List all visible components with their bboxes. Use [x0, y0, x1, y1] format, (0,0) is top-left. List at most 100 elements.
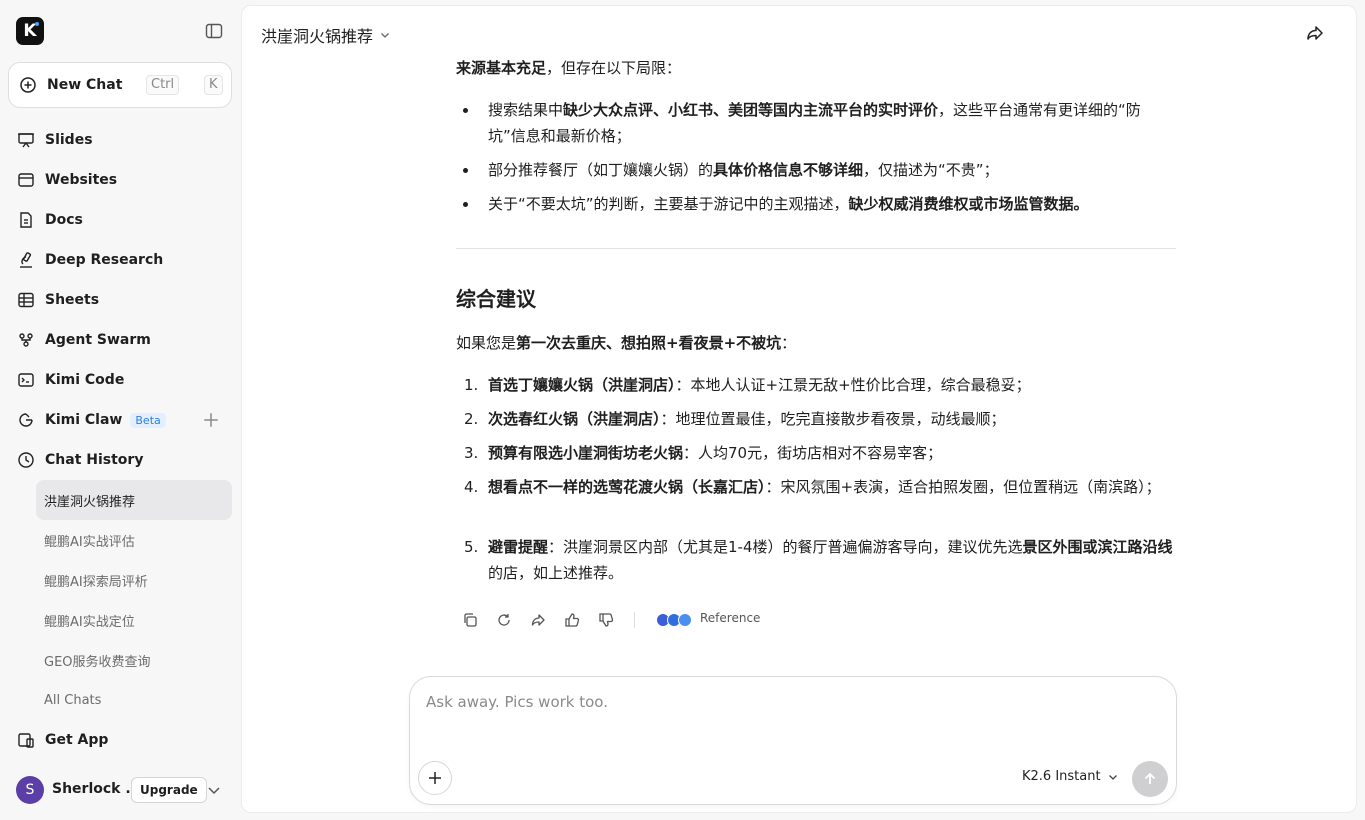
list-item: 3. 预算有限选小崖洞街坊老火锅：人均70元，街坊店相对不容易宰客； — [464, 440, 1178, 466]
sidebar-toggle-icon[interactable] — [205, 22, 223, 40]
intro-bold: 来源基本充足 — [456, 59, 547, 77]
intro-rest: ，但存在以下局限： — [546, 59, 682, 77]
list-item: 关于“不要太坑”的判断，主要基于游记中的主观描述，缺少权威消费维权或市场监管数据… — [463, 191, 1168, 217]
attach-button[interactable] — [418, 761, 452, 795]
copy-icon[interactable] — [462, 612, 478, 628]
divider — [634, 612, 635, 628]
send-button[interactable] — [1132, 761, 1168, 797]
bullet-bold: 具体价格信息不够详细 — [713, 161, 864, 179]
source-icon — [678, 613, 692, 627]
chat-title-text: 洪崖洞火锅推荐 — [261, 27, 374, 46]
bullet-text: 关于“不要太坑”的判断，主要基于游记中的主观描述， — [488, 195, 849, 213]
reference-link[interactable]: Reference — [700, 611, 760, 625]
sidebar-item-get-app[interactable]: Get App — [8, 722, 232, 758]
sidebar-item-label: Docs — [45, 212, 83, 228]
user-name[interactable]: Sherlock ... — [52, 781, 141, 797]
logo-dot — [35, 22, 39, 26]
sidebar-item-slides[interactable]: Slides — [8, 122, 232, 158]
bullet-bold: 缺少权威消费维权或市场监管数据。 — [848, 195, 1089, 213]
list-number: 1. — [464, 376, 479, 394]
regenerate-icon[interactable] — [496, 612, 512, 628]
lead-bold: 第一次去重庆、想拍照+看夜景+不被坑 — [516, 334, 782, 352]
avatar[interactable]: S — [16, 776, 44, 804]
thumbs-up-icon[interactable] — [564, 612, 580, 628]
beta-badge: Beta — [130, 412, 166, 428]
chevron-down-icon[interactable] — [206, 782, 222, 798]
history-item[interactable]: 鲲鹏AI实战评估 — [36, 520, 232, 560]
share-icon[interactable] — [530, 612, 546, 628]
shortcut-ctrl: Ctrl — [146, 75, 180, 95]
share-icon[interactable] — [1305, 23, 1325, 43]
message-actions: Reference — [456, 609, 856, 631]
sidebar-item-label: Agent Swarm — [45, 332, 151, 348]
list-bold: 避雷提醒 — [488, 538, 549, 556]
list-number: 2. — [464, 410, 479, 428]
sidebar-item-docs[interactable]: Docs — [8, 202, 232, 238]
list-item: 2. 次选春红火锅（洪崖洞店）：地理位置最佳，吃完直接散步看夜景，动线最顺； — [464, 406, 1178, 432]
list-bold: 次选春红火锅（洪崖洞店） — [488, 410, 661, 428]
claw-icon — [19, 413, 33, 427]
sidebar-item-chat-history[interactable]: Chat History — [8, 442, 232, 478]
thumbs-down-icon[interactable] — [598, 612, 614, 628]
model-selector[interactable]: K2.6 Instant — [1022, 769, 1119, 784]
list-text: ：人均70元，街坊店相对不容易宰客； — [683, 444, 943, 462]
lead-text: ： — [781, 334, 797, 352]
message-input[interactable] — [426, 687, 1146, 717]
slides-icon — [18, 133, 34, 148]
sidebar-item-label: Websites — [45, 172, 118, 188]
docs-icon — [20, 212, 32, 228]
list-item: 部分推荐餐厅（如丁孃孃火锅）的具体价格信息不够详细，仅描述为“不贵”； — [463, 157, 1168, 183]
all-chats-link[interactable]: All Chats — [36, 680, 232, 720]
sidebar-item-label: Get App — [45, 732, 109, 748]
sidebar-item-kimi-claw[interactable]: Kimi Claw Beta — [8, 402, 232, 438]
lead-text: 如果您是 — [456, 334, 517, 352]
intro-paragraph: 来源基本充足，但存在以下局限： — [456, 55, 681, 81]
chevron-down-icon — [1108, 774, 1117, 780]
bullet-text: 搜索结果中 — [488, 101, 564, 119]
section-heading: 综合建议 — [456, 287, 536, 311]
list-item: 搜索结果中缺少大众点评、小红书、美团等国内主流平台的实时评价，这些平台通常有更详… — [463, 97, 1168, 149]
chat-title[interactable]: 洪崖洞火锅推荐 — [261, 23, 391, 47]
list-number: 5. — [464, 538, 479, 556]
sidebar: K New Chat Ctrl K Slides Websites Docs D… — [0, 0, 240, 820]
list-bold: 想看点不一样的选莺花渡火锅（长嘉汇店） — [488, 478, 766, 496]
list-item: 1. 首选丁孃孃火锅（洪崖洞店）：本地人认证+江景无敌+性价比合理，综合最稳妥； — [464, 372, 1178, 398]
websites-icon — [18, 173, 34, 187]
chat-panel: 洪崖洞火锅推荐 来源基本充足，但存在以下局限： 搜索结果中缺少大众点评、小红书、… — [241, 5, 1357, 813]
bullet-text: 部分推荐餐厅（如丁孃孃火锅）的 — [488, 161, 714, 179]
kimi-logo[interactable]: K — [16, 17, 44, 45]
sidebar-item-label: Kimi Claw — [45, 412, 123, 428]
history-item[interactable]: GEO服务收费查询 — [36, 640, 232, 680]
new-chat-label: New Chat — [47, 77, 123, 93]
shortcut-k: K — [204, 75, 223, 95]
list-text: ：洪崖洞景区内部（尤其是1-4楼）的餐厅普遍偏游客导向，建议优先选 — [548, 538, 1023, 556]
reference-source-icons[interactable] — [656, 613, 696, 627]
list-number: 4. — [464, 478, 479, 496]
list-text: ：本地人认证+江景无敌+性价比合理，综合最稳妥； — [675, 376, 1031, 394]
new-chat-plus-icon — [20, 77, 36, 93]
sidebar-item-websites[interactable]: Websites — [8, 162, 232, 198]
new-chat-button[interactable]: New Chat Ctrl K — [8, 62, 232, 108]
agent-swarm-icon — [19, 333, 33, 347]
list-text: 的店，如上述推荐。 — [488, 564, 624, 582]
list-text: ：宋风氛围+表演，适合拍照发圈，但位置稍远（南滨路）； — [765, 478, 1161, 496]
bullet-text: ，仅描述为“不贵”； — [863, 161, 999, 179]
sidebar-item-kimi-code[interactable]: Kimi Code — [8, 362, 232, 398]
history-icon — [18, 452, 34, 468]
list-bold: 预算有限选小崖洞街坊老火锅 — [488, 444, 684, 462]
upgrade-button[interactable]: Upgrade — [131, 777, 207, 803]
sidebar-item-label: Kimi Code — [45, 372, 125, 388]
sidebar-item-sheets[interactable]: Sheets — [8, 282, 232, 318]
sidebar-item-label: Deep Research — [45, 252, 164, 268]
history-item[interactable]: 鲲鹏AI实战定位 — [36, 600, 232, 640]
sidebar-item-deep-research[interactable]: Deep Research — [8, 242, 232, 278]
add-claw-plus-icon[interactable] — [202, 411, 220, 429]
sheets-icon — [18, 292, 34, 308]
list-bold: 首选丁孃孃火锅（洪崖洞店） — [488, 376, 676, 394]
arrow-up-icon — [1144, 772, 1156, 784]
divider — [456, 248, 1176, 249]
history-item[interactable]: 鲲鹏AI探索局评析 — [36, 560, 232, 600]
history-item[interactable]: 洪崖洞火锅推荐 — [36, 480, 232, 520]
plus-icon — [429, 772, 441, 784]
sidebar-item-agent-swarm[interactable]: Agent Swarm — [8, 322, 232, 358]
